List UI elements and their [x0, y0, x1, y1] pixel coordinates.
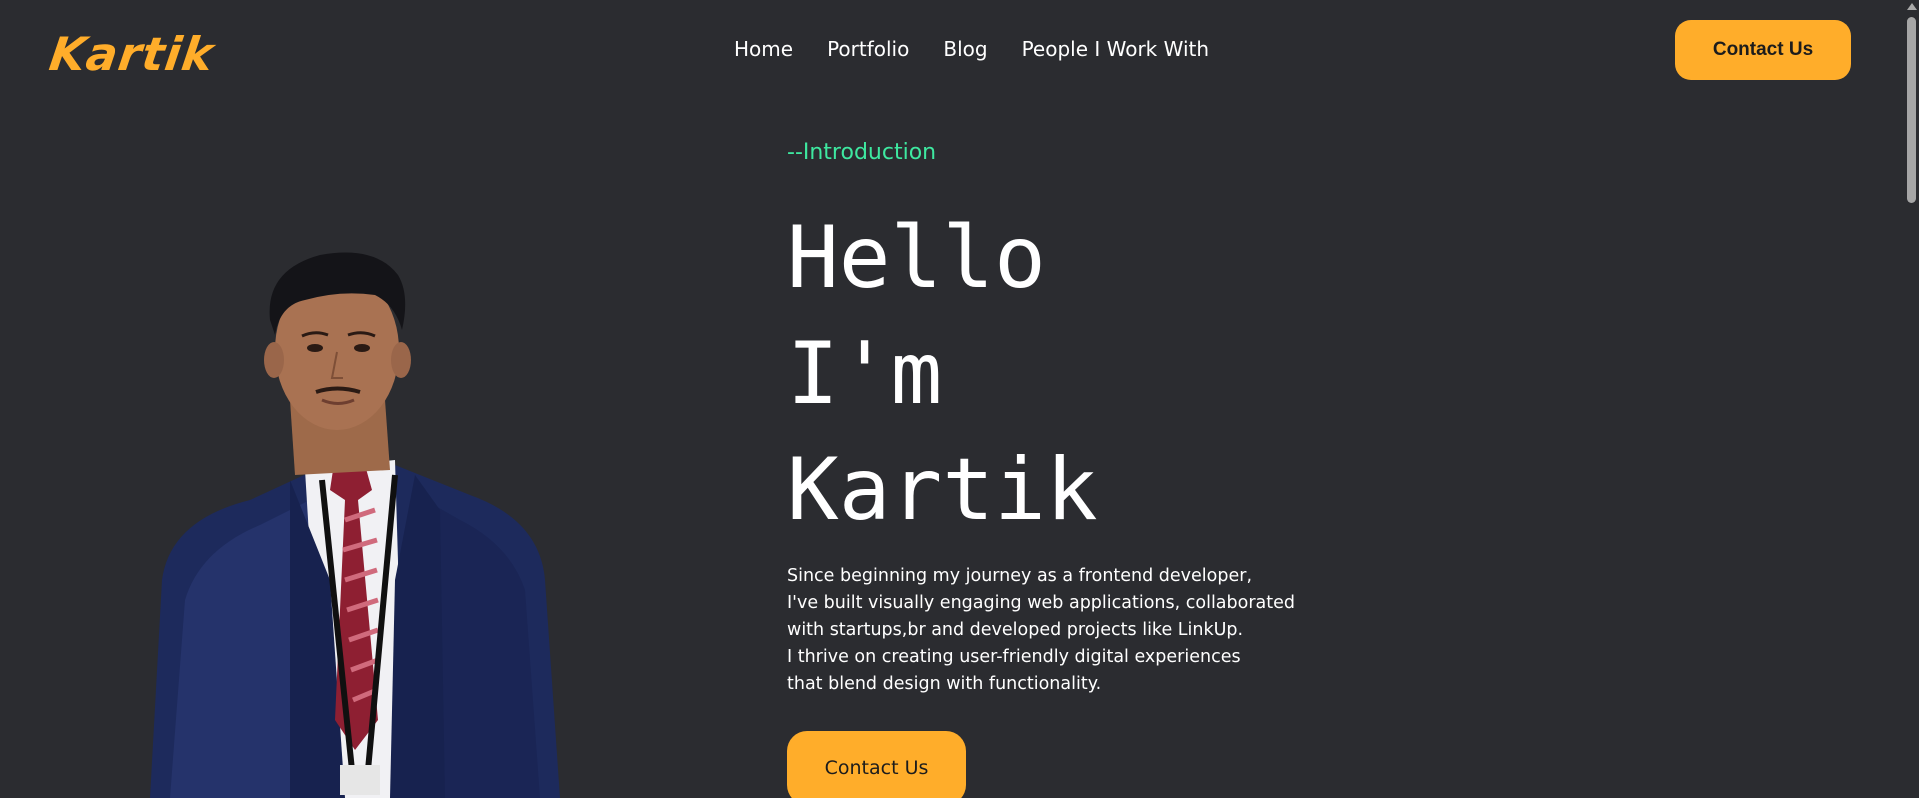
headline-line-hello: Hello — [787, 208, 1046, 308]
headline-line-im: I'm — [787, 324, 943, 424]
nav-portfolio[interactable]: Portfolio — [827, 36, 909, 62]
logo[interactable]: Kartik — [46, 27, 217, 81]
hero-bio: Since beginning my journey as a frontend… — [787, 563, 1295, 698]
hero-contact-button[interactable]: Contact Us — [787, 731, 966, 798]
portrait-image — [150, 252, 560, 798]
scroll-thumb[interactable] — [1907, 17, 1916, 203]
bio-line: with startups,br and developed projects … — [787, 620, 1244, 640]
header-contact-button[interactable]: Contact Us — [1675, 20, 1851, 80]
nav-blog[interactable]: Blog — [943, 36, 987, 62]
bio-line: I thrive on creating user-friendly digit… — [787, 647, 1241, 667]
bio-line: I've built visually engaging web applica… — [787, 593, 1295, 613]
page: Kartik Home Portfolio Blog People I Work… — [0, 0, 1919, 798]
scrollbar[interactable] — [1903, 0, 1919, 798]
arrow-up-icon[interactable] — [1907, 3, 1917, 10]
nav-home[interactable]: Home — [734, 36, 793, 62]
hero-headline: Hello I'm Kartik — [787, 200, 1098, 548]
bio-line: that blend design with functionality. — [787, 674, 1102, 694]
nav-people[interactable]: People I Work With — [1022, 36, 1209, 62]
bio-line: Since beginning my journey as a frontend… — [787, 566, 1253, 586]
intro-eyebrow: --Introduction — [787, 140, 937, 165]
headline-line-name: Kartik — [787, 440, 1098, 540]
main-nav: Home Portfolio Blog People I Work With — [734, 36, 1209, 62]
